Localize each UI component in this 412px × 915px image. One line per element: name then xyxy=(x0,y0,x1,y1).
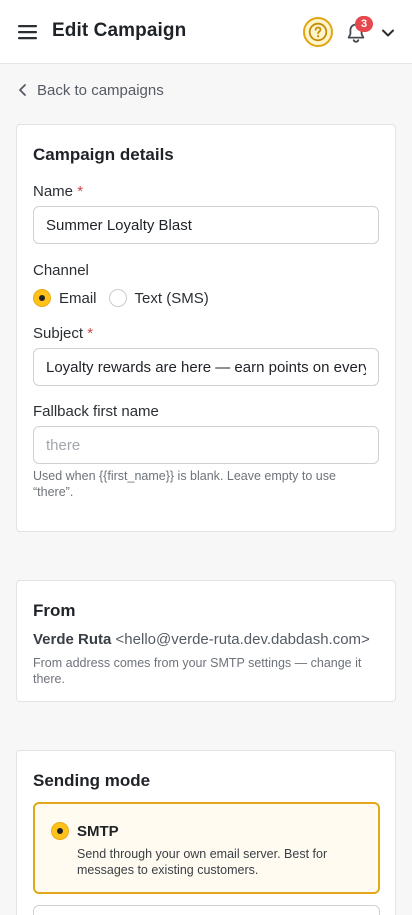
chevron-down-icon xyxy=(382,29,394,37)
name-label: Name * xyxy=(33,183,84,200)
back-to-campaigns-link[interactable]: Back to campaigns xyxy=(17,80,164,100)
sending-mode-option-next[interactable] xyxy=(33,905,380,915)
email-radio-label: Email xyxy=(59,289,97,307)
notification-count-badge: 3 xyxy=(355,16,373,32)
page-title: Edit Campaign xyxy=(52,20,187,41)
from-card: From Verde Ruta <hello@verde-ruta.dev.da… xyxy=(16,580,396,702)
fallback-name-hint: Used when {{first_name}} is blank. Leave… xyxy=(33,469,336,499)
sending-mode-option-smtp[interactable]: SMTP Send through your own email server.… xyxy=(33,802,380,894)
smtp-option-label: SMTP xyxy=(77,823,119,840)
subject-input[interactable] xyxy=(33,348,379,386)
subject-label: Subject * xyxy=(33,325,94,342)
email-radio[interactable] xyxy=(33,289,51,307)
sender-line: Verde Ruta <hello@verde-ruta.dev.dabdash… xyxy=(33,631,370,648)
sender-email: <hello@verde-ruta.dev.dabdash.com> xyxy=(115,631,370,648)
question-circle-icon xyxy=(308,22,328,42)
required-marker: * xyxy=(77,183,84,200)
chevron-left-icon xyxy=(19,84,26,96)
sender-name: Verde Ruta xyxy=(33,631,112,648)
campaign-details-title: Campaign details xyxy=(33,145,174,164)
sms-radio[interactable] xyxy=(108,289,127,307)
campaign-details-card: Campaign details Name * Channel Email Te… xyxy=(16,124,396,532)
top-bar: Edit Campaign 3 xyxy=(0,0,412,64)
sending-mode-card: Sending mode SMTP Send through your own … xyxy=(16,750,396,915)
fallback-name-input[interactable] xyxy=(33,426,379,464)
channel-option-email[interactable]: Email xyxy=(33,289,97,307)
user-menu-toggle[interactable] xyxy=(381,26,395,38)
smtp-radio[interactable] xyxy=(51,822,69,840)
hamburger-icon[interactable] xyxy=(17,22,39,42)
help-button[interactable] xyxy=(303,17,333,47)
fallback-name-label: Fallback first name xyxy=(33,403,159,420)
sending-mode-title: Sending mode xyxy=(33,771,151,790)
channel-radio-group: Email Text (SMS) xyxy=(33,289,209,307)
from-hint: From address comes from your SMTP settin… xyxy=(33,656,362,686)
channel-option-sms[interactable]: Text (SMS) xyxy=(108,289,209,307)
channel-label: Channel xyxy=(33,262,89,279)
campaign-name-input[interactable] xyxy=(33,206,379,244)
back-link-label: Back to campaigns xyxy=(37,81,164,99)
sms-radio-label: Text (SMS) xyxy=(134,289,209,307)
smtp-option-description: Send through your own email server. Best… xyxy=(77,847,328,877)
from-title: From xyxy=(33,601,76,620)
required-marker: * xyxy=(87,325,94,342)
